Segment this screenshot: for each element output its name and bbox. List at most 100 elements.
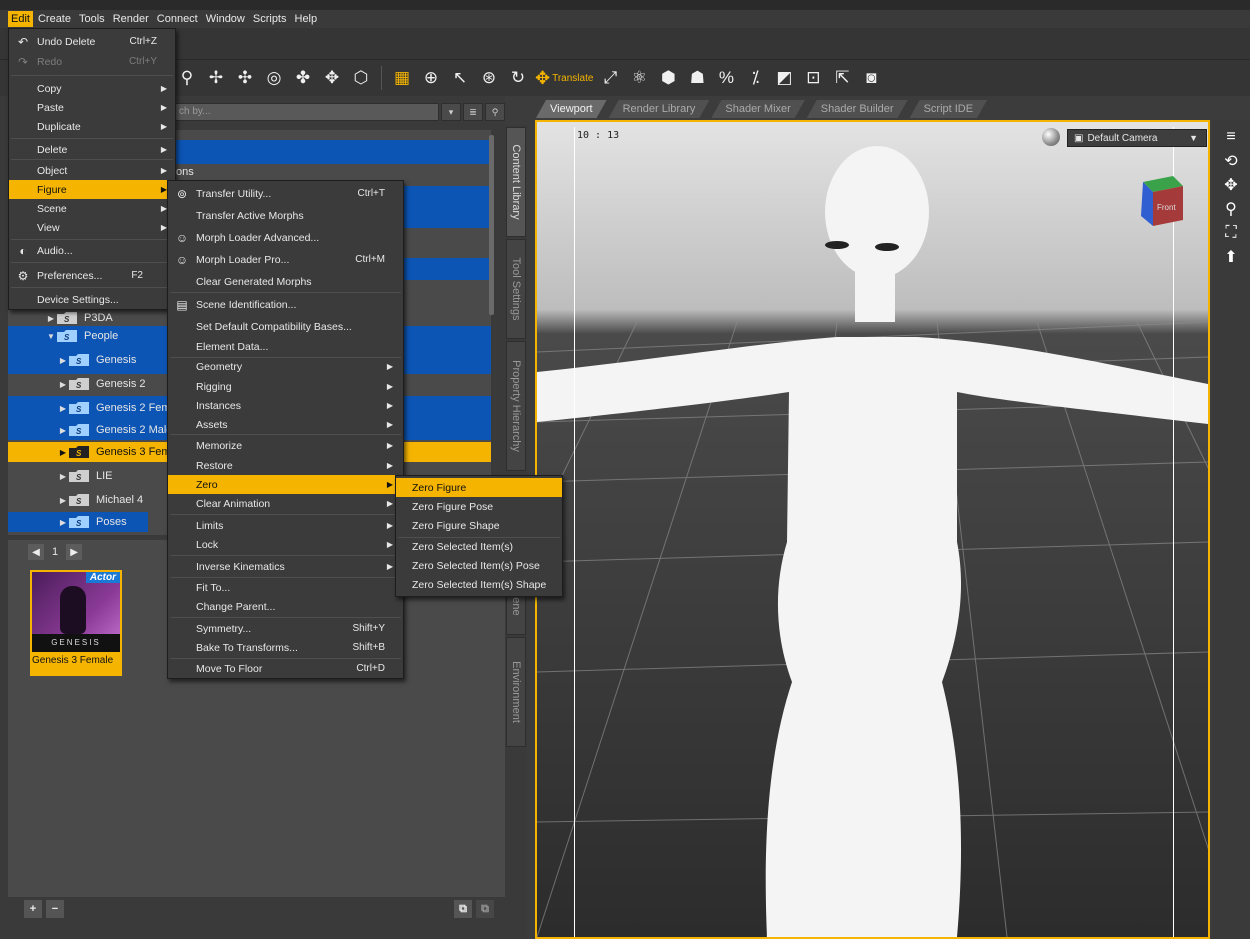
universal-tool-icon[interactable]: ⊕ [419,66,443,90]
node-add-icon[interactable]: ✢ [204,66,228,90]
tree-scrollbar[interactable] [489,135,494,315]
menu-item-scene-identification[interactable]: ▤ Scene Identification... [168,295,403,314]
menu-edit[interactable]: Edit [8,11,33,27]
next-page-icon[interactable]: ▶ [66,544,83,560]
joint-editor-icon[interactable]: ⚛ [627,66,651,90]
menu-item-set-default-compatibility-bases[interactable]: Set Default Compatibility Bases... [168,317,403,336]
menu-tools[interactable]: Tools [76,11,108,27]
navigation-cube[interactable]: Front [1133,174,1185,230]
menu-item-inverse-kinematics[interactable]: Inverse Kinematics ▶ [168,557,403,576]
node-select-icon[interactable]: ⊛ [477,66,501,90]
menu-item-zero-selected-items-pose[interactable]: Zero Selected Item(s) Pose [396,556,562,575]
menu-item-transfer-active-morphs[interactable]: Transfer Active Morphs [168,206,403,225]
menu-connect[interactable]: Connect [154,11,201,27]
menu-item-morph-loader-advanced[interactable]: ☺ Morph Loader Advanced... [168,228,403,247]
figure-tool-icon[interactable]: ☗ [685,66,709,90]
expand-arrow-icon[interactable]: ▶ [58,426,68,435]
menu-item-zero[interactable]: Zero ▶ [168,475,403,494]
tab-script-ide[interactable]: Script IDE [910,100,988,118]
menu-item-zero-figure-pose[interactable]: Zero Figure Pose [396,497,562,516]
menu-item-change-parent[interactable]: Change Parent... [168,597,403,616]
grid-tool-icon[interactable]: ▦ [390,66,414,90]
menu-item-copy[interactable]: Copy ▶ [9,79,175,98]
scale-tool-icon[interactable]: ⤢ [598,66,622,90]
menu-item-audio[interactable]: ◐ Audio... [9,241,175,260]
menu-item-scene[interactable]: Scene ▶ [9,199,175,218]
3d-viewport[interactable]: 10 : 13 ▣ Default Camera ▼ Front [535,120,1210,939]
zoom-icon[interactable]: ⚲ [1220,198,1242,220]
geometry-editor-icon[interactable]: ⬢ [656,66,680,90]
draw-style-icon[interactable] [1042,128,1060,146]
select-tool-icon[interactable]: ↖ [448,66,472,90]
expand-arrow-icon[interactable]: ▶ [58,404,68,413]
reset-view-icon[interactable]: ⬆ [1220,246,1242,268]
surface-tool-icon[interactable]: ⁒ [743,66,767,90]
asset-tile-genesis-3-female[interactable]: Actor GENESIS Genesis 3 Female [30,570,122,676]
tree-row-poses[interactable]: ▶ S Poses [8,512,148,532]
menu-item-lock[interactable]: Lock ▶ [168,535,403,554]
menu-item-rigging[interactable]: Rigging ▶ [168,377,403,396]
menu-item-preferences[interactable]: ⚙ Preferences... F2 [9,266,175,285]
node-plus-icon[interactable]: ✣ [233,66,257,90]
tab-shader-mixer[interactable]: Shader Mixer [711,100,804,118]
menu-item-fit-to[interactable]: Fit To... [168,578,403,597]
menu-item-duplicate[interactable]: Duplicate ▶ [9,117,175,136]
menu-item-paste[interactable]: Paste ▶ [9,98,175,117]
menu-scripts[interactable]: Scripts [250,11,290,27]
copy-icon[interactable]: ⧉ [454,900,472,918]
camera-select-icon[interactable]: ⊡ [801,66,825,90]
menu-item-memorize[interactable]: Memorize ▶ [168,436,403,455]
menu-item-clear-animation[interactable]: Clear Animation ▶ [168,494,403,513]
menu-item-geometry[interactable]: Geometry ▶ [168,357,403,376]
menu-item-transfer-utility[interactable]: ⊚ Transfer Utility... Ctrl+T [168,184,403,203]
tab-viewport[interactable]: Viewport [536,100,607,118]
filter-dropdown-icon[interactable]: ▾ [441,103,461,121]
menu-help[interactable]: Help [292,11,321,27]
remove-icon[interactable]: − [46,900,64,918]
pan-icon[interactable]: ✥ [1220,174,1242,196]
spot-render-icon[interactable]: ⇱ [830,66,854,90]
node-move-icon[interactable]: ✥ [320,66,344,90]
menu-item-bake-to-transforms[interactable]: Bake To Transforms... Shift+B [168,638,403,657]
tab-property-hierarchy[interactable]: Property Hierarchy [506,341,526,471]
menu-icon[interactable]: ≡ [1220,126,1242,148]
region-tool-icon[interactable]: ◩ [772,66,796,90]
frame-icon[interactable]: ⛶ [1220,222,1242,244]
camera-icon[interactable]: ◙ [859,66,883,90]
menu-item-limits[interactable]: Limits ▶ [168,516,403,535]
collapse-arrow-icon[interactable]: ▼ [46,332,56,341]
search-icon[interactable]: ⚲ [485,103,505,121]
tab-tool-settings[interactable]: Tool Settings [506,239,526,339]
menu-item-clear-generated-morphs[interactable]: Clear Generated Morphs [168,272,403,291]
menu-item-assets[interactable]: Assets ▶ [168,415,403,434]
menu-item-delete[interactable]: Delete ▶ [9,140,175,159]
expand-arrow-icon[interactable]: ▶ [58,496,68,505]
menu-item-undo-delete[interactable]: ↶ Undo Delete Ctrl+Z [9,32,175,51]
node-weight-icon[interactable]: % [714,66,738,90]
menu-item-redo[interactable]: ↷ Redo Ctrl+Y [9,52,175,71]
add-icon[interactable]: + [24,900,42,918]
expand-arrow-icon[interactable]: ▶ [46,314,56,323]
menu-item-restore[interactable]: Restore ▶ [168,456,403,475]
node-cube-icon[interactable]: ⬡ [349,66,373,90]
menu-create[interactable]: Create [35,11,74,27]
database-icon[interactable]: ≣ [463,103,483,121]
tab-content-library[interactable]: Content Library [506,127,526,237]
menu-window[interactable]: Window [203,11,248,27]
node-group-icon[interactable]: ✤ [291,66,315,90]
menu-item-object[interactable]: Object ▶ [9,161,175,180]
menu-item-element-data[interactable]: Element Data... [168,337,403,356]
prev-page-icon[interactable]: ◀ [28,544,44,560]
menu-item-view[interactable]: View ▶ [9,218,175,237]
paste-icon[interactable]: ⧉ [476,900,494,918]
expand-arrow-icon[interactable]: ▶ [58,356,68,365]
menu-item-symmetry[interactable]: Symmetry... Shift+Y [168,619,403,638]
menu-item-move-to-floor[interactable]: Move To Floor Ctrl+D [168,659,403,678]
tab-environment[interactable]: Environment [506,637,526,747]
menu-item-instances[interactable]: Instances ▶ [168,396,403,415]
menu-item-zero-figure[interactable]: Zero Figure [396,478,562,497]
tab-shader-builder[interactable]: Shader Builder [807,100,908,118]
menu-render[interactable]: Render [110,11,152,27]
menu-item-zero-figure-shape[interactable]: Zero Figure Shape [396,516,562,535]
rotate-tool-icon[interactable]: ↻ [506,66,530,90]
